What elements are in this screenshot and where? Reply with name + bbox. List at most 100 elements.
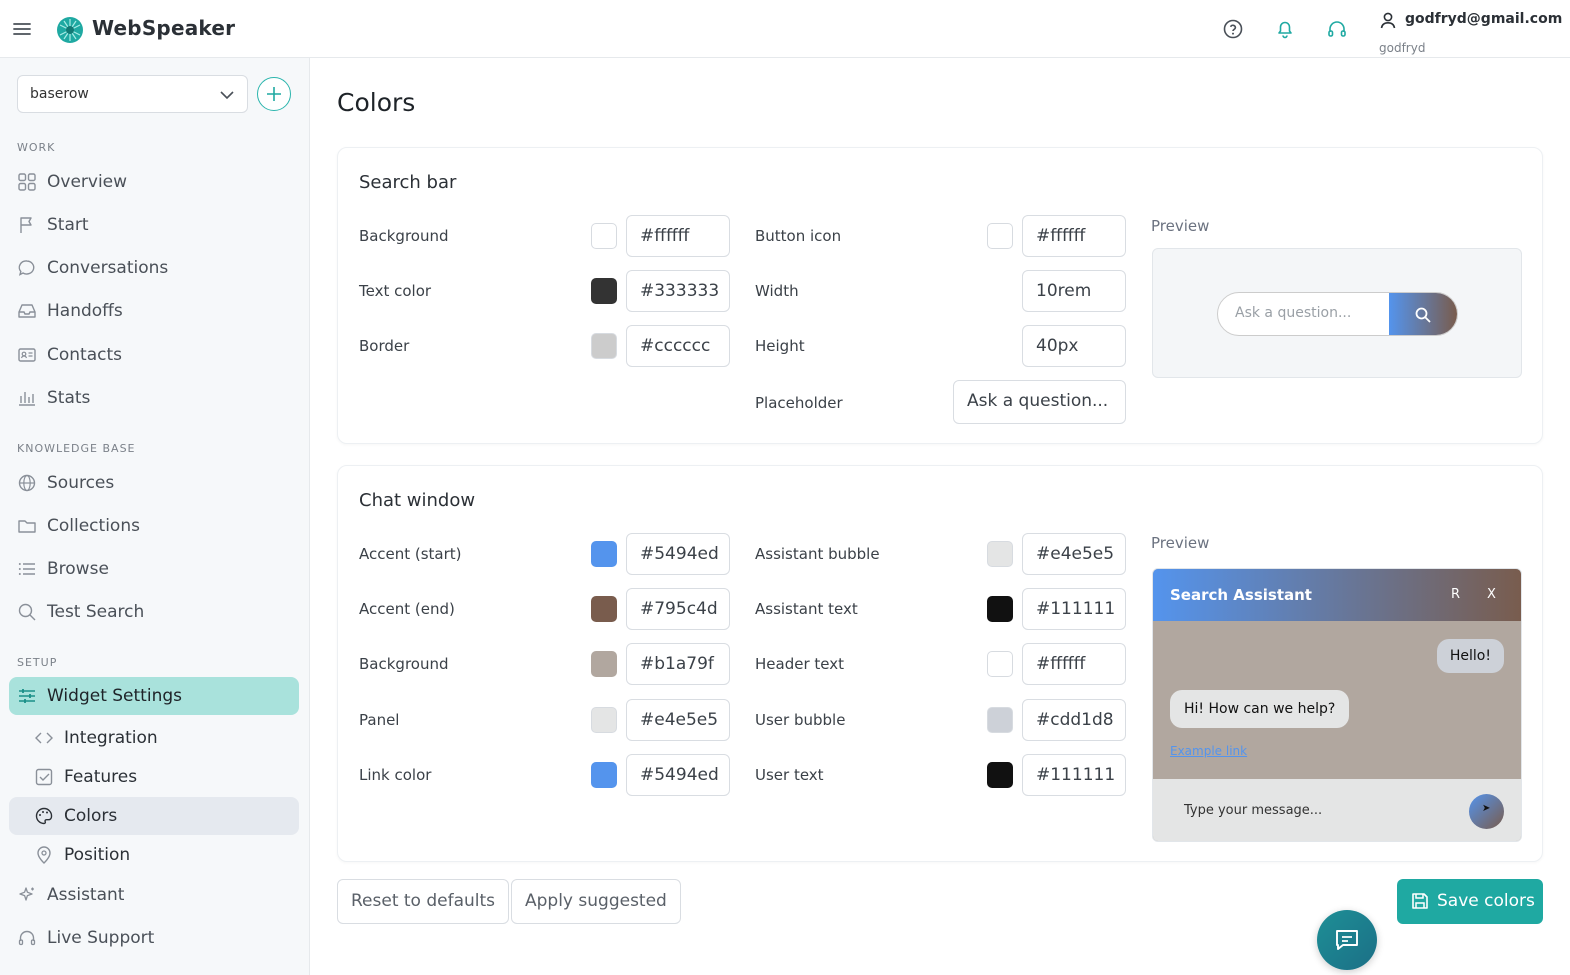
color-input[interactable]: #5494ed [626, 533, 730, 575]
apply-suggested-button[interactable]: Apply suggested [511, 879, 681, 924]
checkbox-icon [35, 768, 53, 786]
color-swatch[interactable] [987, 762, 1013, 788]
sidebar-item-live-support[interactable]: Live Support [9, 919, 299, 957]
color-swatch[interactable] [591, 651, 617, 677]
sidebar-item-conversations[interactable]: Conversations [9, 249, 299, 287]
field-label: Link color [359, 766, 432, 784]
sidebar-item-features[interactable]: Features [9, 758, 299, 796]
logo-icon [57, 17, 83, 43]
sidebar-item-position[interactable]: Position [9, 836, 299, 874]
color-swatch[interactable] [591, 541, 617, 567]
user-name: godfryd [1379, 41, 1426, 55]
sidebar-item-overview[interactable]: Overview [9, 163, 299, 201]
placeholder-input[interactable]: Ask a question... [953, 380, 1126, 424]
pin-icon [37, 846, 51, 864]
sidebar-item-colors[interactable]: Colors [9, 797, 299, 835]
sidebar-item-integration[interactable]: Integration [9, 719, 299, 757]
save-colors-label: Save colors [1437, 891, 1535, 911]
preview-search-field[interactable]: Ask a question... [1217, 292, 1458, 336]
menu-icon[interactable] [12, 19, 32, 39]
height-input[interactable]: 40px [1022, 325, 1126, 367]
headset-icon[interactable] [1326, 18, 1348, 40]
field-label: Button icon [755, 227, 842, 245]
save-icon [1412, 893, 1428, 909]
bell-icon[interactable] [1274, 18, 1296, 40]
chat-preview-input[interactable]: Type your message... [1184, 803, 1322, 818]
color-input[interactable]: #5494ed [626, 754, 730, 796]
color-input[interactable]: #ffffff [1022, 643, 1126, 685]
color-swatch[interactable] [987, 651, 1013, 677]
sidebar-item-collections[interactable]: Collections [9, 507, 299, 545]
chat-preview-reset-button[interactable]: R [1451, 587, 1460, 602]
sidebar-item-contacts[interactable]: Contacts [9, 336, 299, 374]
field-label: Height [755, 337, 805, 355]
color-input[interactable]: #e4e5e5 [626, 699, 730, 741]
sidebar-item-label: Overview [47, 172, 128, 192]
color-input[interactable]: #ffffff [1022, 215, 1126, 257]
sidebar: baserow WORK Overview Start Conversation… [0, 58, 310, 975]
search-bar-preview: Ask a question... [1152, 248, 1522, 378]
field-label: Header text [755, 655, 844, 673]
field-label: Panel [359, 711, 400, 729]
brand-name: WebSpeaker [92, 16, 236, 40]
color-input[interactable]: #cccccc [626, 325, 730, 367]
preview-search-button[interactable] [1389, 293, 1457, 335]
color-swatch[interactable] [591, 278, 617, 304]
color-input[interactable]: #ffffff [626, 215, 730, 257]
chat-launcher-button[interactable] [1317, 910, 1377, 970]
sidebar-item-label: Start [47, 215, 89, 235]
sidebar-item-label: Sources [47, 473, 115, 493]
save-colors-button[interactable]: Save colors [1397, 879, 1543, 924]
add-workspace-button[interactable] [257, 77, 291, 111]
color-input[interactable]: #111111 [1022, 754, 1126, 796]
color-swatch[interactable] [591, 762, 617, 788]
color-input[interactable]: #795c4d [626, 588, 730, 630]
chat-preview-close-button[interactable]: X [1487, 587, 1496, 602]
sidebar-item-sources[interactable]: Sources [9, 464, 299, 502]
width-input[interactable]: 10rem [1022, 270, 1126, 312]
field-label: Accent (end) [359, 600, 455, 618]
color-input[interactable]: #cdd1d8 [1022, 699, 1126, 741]
sidebar-item-browse[interactable]: Browse [9, 550, 299, 588]
field-label: Background [359, 227, 449, 245]
color-swatch[interactable] [987, 223, 1013, 249]
section-label-setup: SETUP [17, 656, 58, 669]
reset-defaults-button[interactable]: Reset to defaults [337, 879, 510, 924]
color-input[interactable]: #e4e5e5 [1022, 533, 1126, 575]
sidebar-item-start[interactable]: Start [9, 206, 299, 244]
chat-preview-input-panel: Type your message... ➤ [1153, 779, 1521, 841]
chat-preview-send-button[interactable]: ➤ [1469, 794, 1504, 829]
help-icon[interactable] [1222, 18, 1244, 40]
sidebar-item-label: Assistant [47, 885, 125, 905]
sidebar-item-test-search[interactable]: Test Search [9, 593, 299, 631]
color-input[interactable]: #b1a79f [626, 643, 730, 685]
color-swatch[interactable] [987, 596, 1013, 622]
send-icon: ➤ [1482, 803, 1491, 814]
card-title: Search bar [359, 172, 457, 193]
plus-icon [267, 87, 281, 101]
sidebar-item-widget-settings[interactable]: Widget Settings [9, 677, 299, 715]
workspace-select-value: baserow [30, 86, 89, 102]
user-email[interactable]: godfryd@gmail.com [1405, 11, 1562, 27]
color-input[interactable]: #111111 [1022, 588, 1126, 630]
sidebar-item-stats[interactable]: Stats [9, 379, 299, 417]
example-link[interactable]: Example link [1170, 744, 1247, 758]
section-label-knowledge-base: KNOWLEDGE BASE [17, 442, 136, 455]
folder-icon [18, 520, 36, 533]
color-swatch[interactable] [591, 333, 617, 359]
list-icon [18, 563, 35, 575]
sidebar-item-handoffs[interactable]: Handoffs [9, 292, 299, 330]
color-swatch[interactable] [987, 541, 1013, 567]
user-icon[interactable] [1378, 10, 1398, 30]
sidebar-item-assistant[interactable]: Assistant [9, 876, 299, 914]
palette-icon [35, 807, 53, 825]
color-swatch[interactable] [591, 707, 617, 733]
color-swatch[interactable] [591, 596, 617, 622]
workspace-select[interactable]: baserow [17, 75, 248, 113]
color-swatch[interactable] [987, 707, 1013, 733]
color-input[interactable]: #333333 [626, 270, 730, 312]
color-swatch[interactable] [591, 223, 617, 249]
chat-preview-title: Search Assistant [1170, 586, 1312, 604]
search-bar-card: Search bar Background #ffffff Text color… [337, 147, 1543, 444]
sidebar-item-label: Stats [47, 388, 91, 408]
